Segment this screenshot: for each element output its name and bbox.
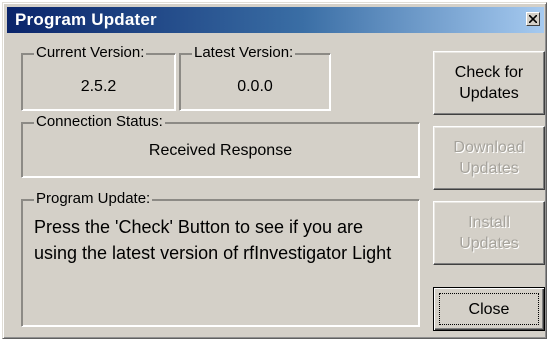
program-update-group: Program Update: Press the 'Check' Button…: [21, 190, 420, 327]
connection-status-value: Received Response: [148, 142, 293, 159]
program-update-label: Program Update:: [34, 190, 153, 208]
latest-version-value: 0.0.0: [237, 78, 273, 95]
latest-version-group: Latest Version: 0.0.0: [179, 44, 331, 111]
current-version-group: Current Version: 2.5.2: [21, 44, 176, 111]
window-title: Program Updater: [15, 10, 157, 29]
focus-rectangle: [439, 293, 539, 325]
download-updates-label: Download Updates: [453, 139, 525, 177]
connection-status-label: Connection Status:: [34, 113, 165, 131]
current-version-value: 2.5.2: [80, 78, 117, 95]
connection-status-group: Connection Status: Received Response: [21, 113, 420, 178]
close-icon: [529, 15, 537, 23]
check-for-updates-label: Check for Updates: [454, 64, 524, 102]
install-updates-label: Install Updates: [459, 214, 519, 252]
install-updates-button[interactable]: Install Updates: [433, 201, 545, 265]
close-button[interactable]: Close: [433, 287, 545, 331]
check-for-updates-button[interactable]: Check for Updates: [433, 51, 545, 115]
title-bar[interactable]: Program Updater: [7, 7, 544, 33]
download-updates-button[interactable]: Download Updates: [433, 126, 545, 190]
title-close-button[interactable]: [526, 12, 540, 26]
program-updater-window: Program Updater Current Version: 2.5.2 L…: [2, 2, 547, 339]
latest-version-label: Latest Version:: [192, 44, 296, 62]
current-version-label: Current Version:: [34, 44, 147, 62]
program-update-message: Press the 'Check' Button to see if you a…: [34, 217, 392, 263]
